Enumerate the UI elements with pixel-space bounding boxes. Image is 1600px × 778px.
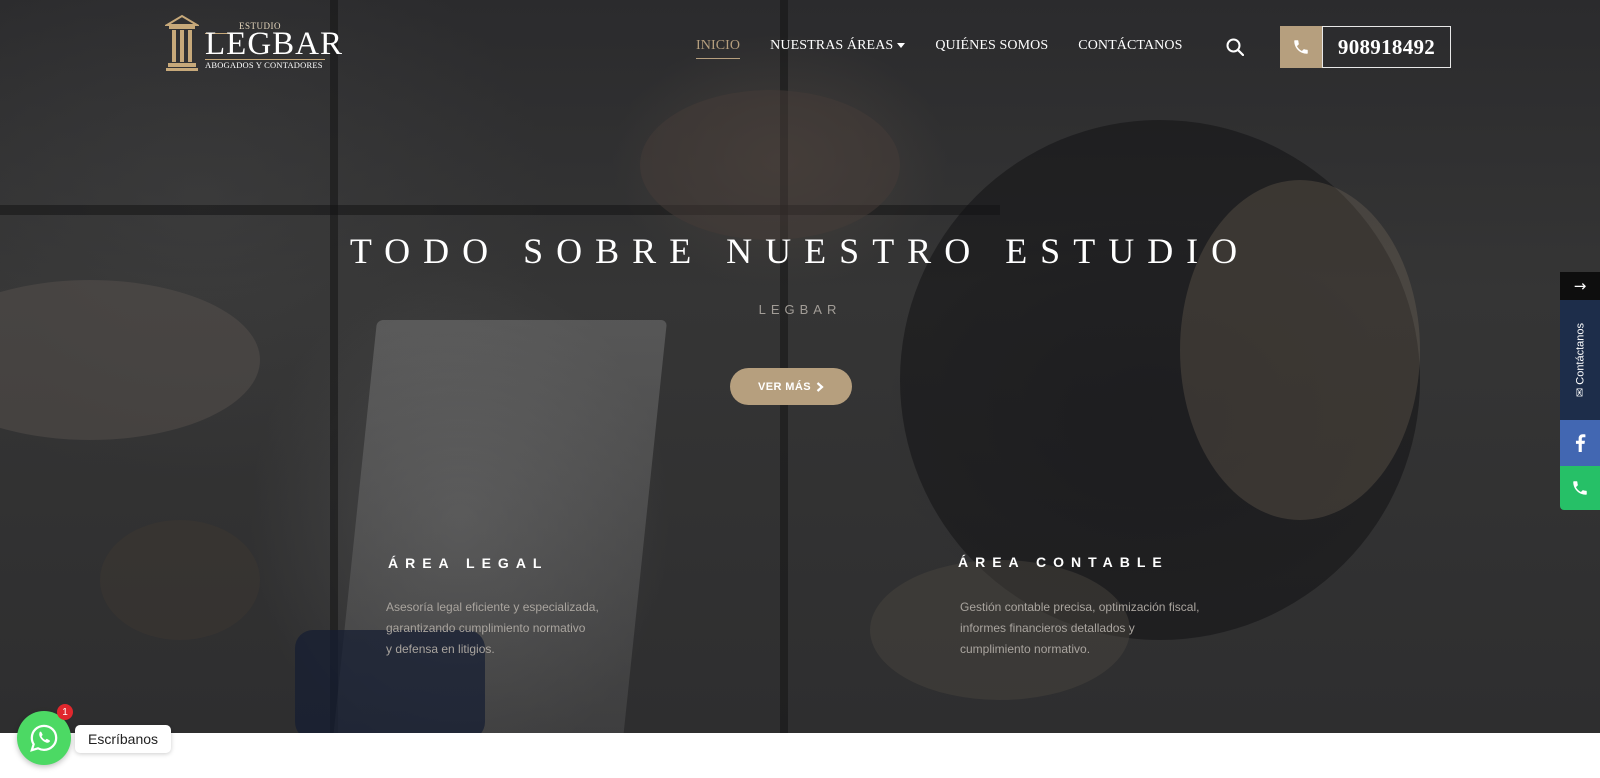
logo-name: LEGBAR — [205, 26, 343, 62]
area-contable-title: ÁREA CONTABLE — [958, 554, 1169, 570]
whatsapp-label[interactable]: Escríbanos — [75, 725, 172, 753]
whatsapp-badge: 1 — [57, 704, 73, 720]
main-nav: INICIO NUESTRAS ÁREAS QUIÉNES SOMOS CONT… — [696, 38, 1182, 59]
chevron-right-icon — [816, 381, 824, 392]
background-hand — [100, 520, 260, 640]
header-phone[interactable]: 908918492 — [1280, 26, 1451, 68]
area-legal-line: y defensa en litigios. — [386, 642, 495, 656]
area-legal-line: Asesoría legal eficiente y especializada… — [386, 600, 599, 614]
background-window-frame — [330, 0, 338, 733]
area-legal-title: ÁREA LEGAL — [388, 555, 549, 571]
nav-item-inicio[interactable]: INICIO — [696, 38, 741, 59]
phone-icon — [1573, 481, 1587, 495]
side-facebook-button[interactable] — [1560, 420, 1600, 466]
background-handshake — [640, 90, 900, 240]
whatsapp-icon — [30, 724, 58, 752]
nav-item-quienes-somos[interactable]: QUIÉNES SOMOS — [935, 38, 1048, 54]
area-legal-text: Asesoría legal eficiente y especializada… — [386, 597, 599, 660]
side-contact-label: Contáctanos — [1574, 322, 1587, 385]
area-contable-line: Gestión contable precisa, optimización f… — [960, 600, 1200, 614]
nav-item-contactanos[interactable]: CONTÁCTANOS — [1078, 38, 1182, 54]
side-contact-button[interactable]: ✉ Contáctanos — [1560, 300, 1600, 420]
phone-icon — [1280, 26, 1322, 68]
mail-icon: ✉ — [1573, 387, 1587, 398]
hero-section — [0, 0, 1600, 733]
ver-mas-button[interactable]: VER MÁS — [730, 368, 852, 405]
logo-subtitle: ABOGADOS Y CONTADORES — [205, 60, 323, 70]
area-contable-line: informes financieros detallados y — [960, 621, 1135, 635]
pillar-logo-icon — [165, 14, 199, 71]
caret-down-icon — [897, 43, 906, 49]
area-contable-line: cumplimiento normativo. — [960, 642, 1091, 656]
hero-subtitle: LEGBAR — [758, 302, 842, 317]
ver-mas-label: VER MÁS — [758, 380, 811, 393]
header-phone-number[interactable]: 908918492 — [1322, 26, 1451, 68]
nav-item-nuestras-areas[interactable]: NUESTRAS ÁREAS — [770, 38, 906, 54]
hero-title: TODO SOBRE NUESTRO ESTUDIO — [349, 231, 1251, 271]
side-contact-label-wrap: ✉ Contáctanos — [1574, 323, 1587, 397]
facebook-icon — [1575, 434, 1586, 452]
side-phone-button[interactable] — [1560, 466, 1600, 510]
area-contable-text: Gestión contable precisa, optimización f… — [960, 597, 1199, 660]
side-widget-toggle[interactable]: → — [1560, 272, 1600, 300]
area-legal-line: garantizando cumplimiento normativo — [386, 621, 586, 635]
site-logo[interactable]: ESTUDIO LEGBAR ABOGADOS Y CONTADORES — [165, 13, 342, 73]
nav-item-label: NUESTRAS ÁREAS — [770, 38, 894, 53]
search-icon[interactable] — [1226, 38, 1244, 56]
